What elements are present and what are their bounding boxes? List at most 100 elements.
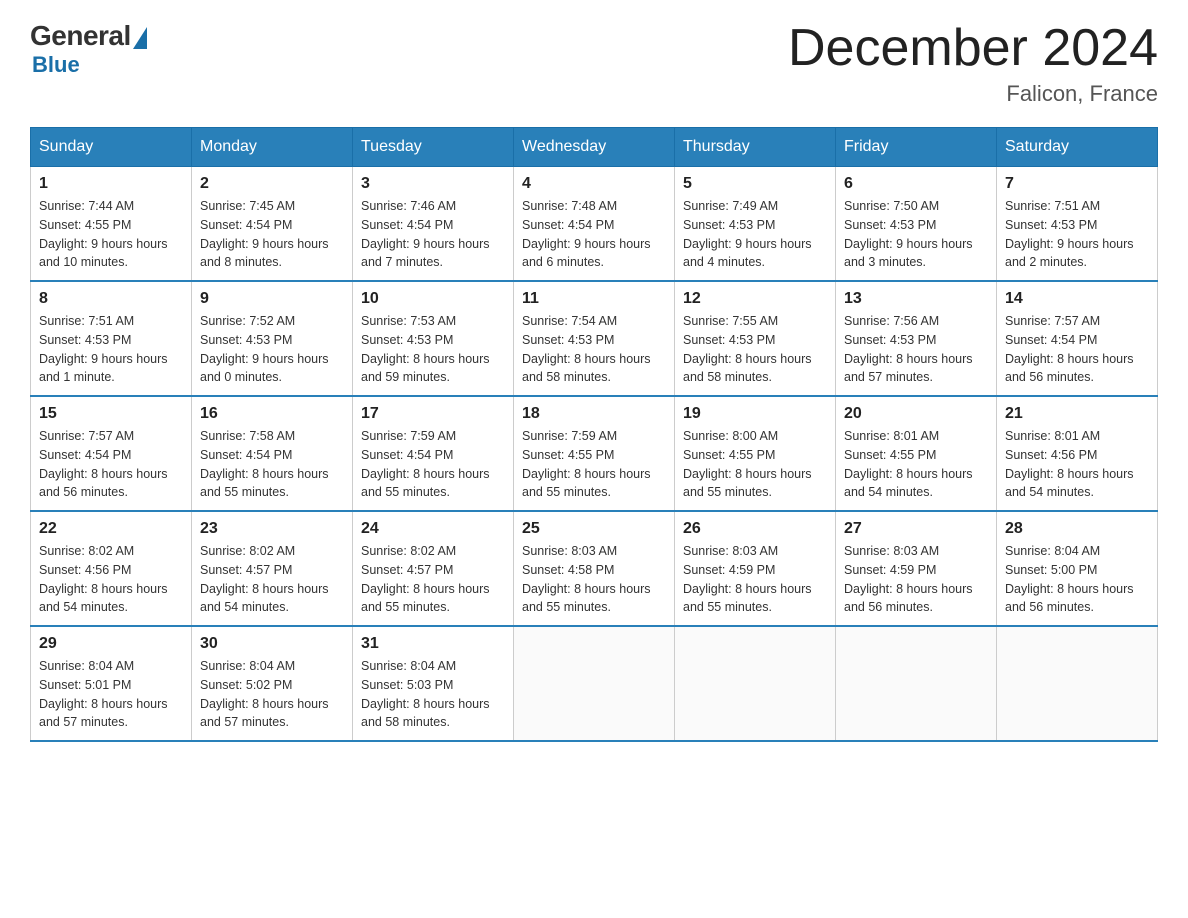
day-info: Sunrise: 7:56 AMSunset: 4:53 PMDaylight:…: [844, 312, 988, 387]
table-row: 21Sunrise: 8:01 AMSunset: 4:56 PMDayligh…: [997, 396, 1158, 511]
header-monday: Monday: [192, 128, 353, 167]
table-row: 14 Sunrise: 7:57 AMSunset: 4:54 PMDayligh…: [997, 281, 1158, 396]
day-number: 28: [1005, 520, 1149, 538]
day-info: Sunrise: 8:02 AMSunset: 4:57 PMDaylight:…: [361, 542, 505, 617]
day-number: 3: [361, 175, 505, 193]
table-row: 31 Sunrise: 8:04 AMSunset: 5:03 PMDayligh…: [353, 626, 514, 741]
table-row: 27 Sunrise: 8:03 AMSunset: 4:59 PMDayligh…: [836, 511, 997, 626]
day-number: 10: [361, 290, 505, 308]
day-number: 16: [200, 405, 344, 423]
table-row: 4Sunrise: 7:48 AMSunset: 4:54 PMDaylight…: [514, 167, 675, 282]
table-row: 1 Sunrise: 7:44 AMSunset: 4:55 PMDaylight…: [31, 167, 192, 282]
day-number: 12: [683, 290, 827, 308]
table-row: 29 Sunrise: 8:04 AMSunset: 5:01 PMDayligh…: [31, 626, 192, 741]
logo-general-text: General: [30, 20, 131, 52]
location-subtitle: Falicon, France: [788, 81, 1158, 107]
table-row: [675, 626, 836, 741]
day-number: 29: [39, 635, 183, 653]
day-number: 11: [522, 290, 666, 308]
day-info: Sunrise: 7:54 AMSunset: 4:53 PMDaylight:…: [522, 312, 666, 387]
table-row: 5Sunrise: 7:49 AMSunset: 4:53 PMDaylight…: [675, 167, 836, 282]
day-info: Sunrise: 7:50 AMSunset: 4:53 PMDaylight:…: [844, 197, 988, 272]
header-tuesday: Tuesday: [353, 128, 514, 167]
table-row: 23Sunrise: 8:02 AMSunset: 4:57 PMDayligh…: [192, 511, 353, 626]
day-info: Sunrise: 7:53 AMSunset: 4:53 PMDaylight:…: [361, 312, 505, 387]
day-number: 24: [361, 520, 505, 538]
month-year-title: December 2024: [788, 20, 1158, 77]
day-number: 19: [683, 405, 827, 423]
day-info: Sunrise: 7:52 AMSunset: 4:53 PMDaylight:…: [200, 312, 344, 387]
day-number: 7: [1005, 175, 1149, 193]
day-info: Sunrise: 8:04 AMSunset: 5:03 PMDaylight:…: [361, 657, 505, 732]
table-row: 12 Sunrise: 7:55 AMSunset: 4:53 PMDayligh…: [675, 281, 836, 396]
day-info: Sunrise: 7:48 AMSunset: 4:54 PMDaylight:…: [522, 197, 666, 272]
day-info: Sunrise: 7:51 AMSunset: 4:53 PMDaylight:…: [39, 312, 183, 387]
day-info: Sunrise: 7:51 AMSunset: 4:53 PMDaylight:…: [1005, 197, 1149, 272]
week-row-4: 22Sunrise: 8:02 AMSunset: 4:56 PMDayligh…: [31, 511, 1158, 626]
table-row: [514, 626, 675, 741]
day-number: 14: [1005, 290, 1149, 308]
week-row-1: 1 Sunrise: 7:44 AMSunset: 4:55 PMDaylight…: [31, 167, 1158, 282]
table-row: 3 Sunrise: 7:46 AMSunset: 4:54 PMDaylight…: [353, 167, 514, 282]
calendar-table: SundayMondayTuesdayWednesdayThursdayFrid…: [30, 127, 1158, 742]
day-info: Sunrise: 7:57 AMSunset: 4:54 PMDaylight:…: [1005, 312, 1149, 387]
table-row: 10 Sunrise: 7:53 AMSunset: 4:53 PMDayligh…: [353, 281, 514, 396]
day-info: Sunrise: 8:03 AMSunset: 4:59 PMDaylight:…: [844, 542, 988, 617]
day-number: 8: [39, 290, 183, 308]
day-number: 9: [200, 290, 344, 308]
header-sunday: Sunday: [31, 128, 192, 167]
table-row: 30Sunrise: 8:04 AMSunset: 5:02 PMDayligh…: [192, 626, 353, 741]
table-row: 11 Sunrise: 7:54 AMSunset: 4:53 PMDayligh…: [514, 281, 675, 396]
title-block: December 2024 Falicon, France: [788, 20, 1158, 107]
table-row: 6 Sunrise: 7:50 AMSunset: 4:53 PMDaylight…: [836, 167, 997, 282]
table-row: 9 Sunrise: 7:52 AMSunset: 4:53 PMDaylight…: [192, 281, 353, 396]
table-row: 20Sunrise: 8:01 AMSunset: 4:55 PMDayligh…: [836, 396, 997, 511]
header-friday: Friday: [836, 128, 997, 167]
table-row: 8 Sunrise: 7:51 AMSunset: 4:53 PMDaylight…: [31, 281, 192, 396]
header-wednesday: Wednesday: [514, 128, 675, 167]
logo-triangle-icon: [133, 27, 147, 49]
day-info: Sunrise: 8:04 AMSunset: 5:01 PMDaylight:…: [39, 657, 183, 732]
week-row-2: 8 Sunrise: 7:51 AMSunset: 4:53 PMDaylight…: [31, 281, 1158, 396]
table-row: 24 Sunrise: 8:02 AMSunset: 4:57 PMDayligh…: [353, 511, 514, 626]
header-thursday: Thursday: [675, 128, 836, 167]
day-number: 15: [39, 405, 183, 423]
day-info: Sunrise: 8:02 AMSunset: 4:57 PMDaylight:…: [200, 542, 344, 617]
table-row: [997, 626, 1158, 741]
day-info: Sunrise: 8:03 AMSunset: 4:58 PMDaylight:…: [522, 542, 666, 617]
day-info: Sunrise: 7:55 AMSunset: 4:53 PMDaylight:…: [683, 312, 827, 387]
day-number: 6: [844, 175, 988, 193]
day-info: Sunrise: 7:49 AMSunset: 4:53 PMDaylight:…: [683, 197, 827, 272]
day-number: 20: [844, 405, 988, 423]
logo: General Blue: [30, 20, 147, 78]
day-info: Sunrise: 8:00 AMSunset: 4:55 PMDaylight:…: [683, 427, 827, 502]
day-info: Sunrise: 7:45 AMSunset: 4:54 PMDaylight:…: [200, 197, 344, 272]
day-info: Sunrise: 8:04 AMSunset: 5:02 PMDaylight:…: [200, 657, 344, 732]
table-row: [836, 626, 997, 741]
table-row: 15Sunrise: 7:57 AMSunset: 4:54 PMDayligh…: [31, 396, 192, 511]
table-row: 16Sunrise: 7:58 AMSunset: 4:54 PMDayligh…: [192, 396, 353, 511]
day-info: Sunrise: 8:02 AMSunset: 4:56 PMDaylight:…: [39, 542, 183, 617]
table-row: 26 Sunrise: 8:03 AMSunset: 4:59 PMDayligh…: [675, 511, 836, 626]
day-info: Sunrise: 7:46 AMSunset: 4:54 PMDaylight:…: [361, 197, 505, 272]
day-number: 18: [522, 405, 666, 423]
day-info: Sunrise: 8:03 AMSunset: 4:59 PMDaylight:…: [683, 542, 827, 617]
day-info: Sunrise: 7:44 AMSunset: 4:55 PMDaylight:…: [39, 197, 183, 272]
day-number: 27: [844, 520, 988, 538]
day-number: 1: [39, 175, 183, 193]
table-row: 19 Sunrise: 8:00 AMSunset: 4:55 PMDayligh…: [675, 396, 836, 511]
day-info: Sunrise: 7:59 AMSunset: 4:54 PMDaylight:…: [361, 427, 505, 502]
day-info: Sunrise: 8:01 AMSunset: 4:56 PMDaylight:…: [1005, 427, 1149, 502]
day-info: Sunrise: 7:59 AMSunset: 4:55 PMDaylight:…: [522, 427, 666, 502]
day-number: 13: [844, 290, 988, 308]
day-number: 31: [361, 635, 505, 653]
day-number: 26: [683, 520, 827, 538]
day-number: 17: [361, 405, 505, 423]
table-row: 7 Sunrise: 7:51 AMSunset: 4:53 PMDaylight…: [997, 167, 1158, 282]
logo-blue-text: Blue: [32, 52, 80, 78]
day-number: 25: [522, 520, 666, 538]
weekday-header-row: SundayMondayTuesdayWednesdayThursdayFrid…: [31, 128, 1158, 167]
table-row: 18 Sunrise: 7:59 AMSunset: 4:55 PMDayligh…: [514, 396, 675, 511]
table-row: 2Sunrise: 7:45 AMSunset: 4:54 PMDaylight…: [192, 167, 353, 282]
table-row: 22Sunrise: 8:02 AMSunset: 4:56 PMDayligh…: [31, 511, 192, 626]
